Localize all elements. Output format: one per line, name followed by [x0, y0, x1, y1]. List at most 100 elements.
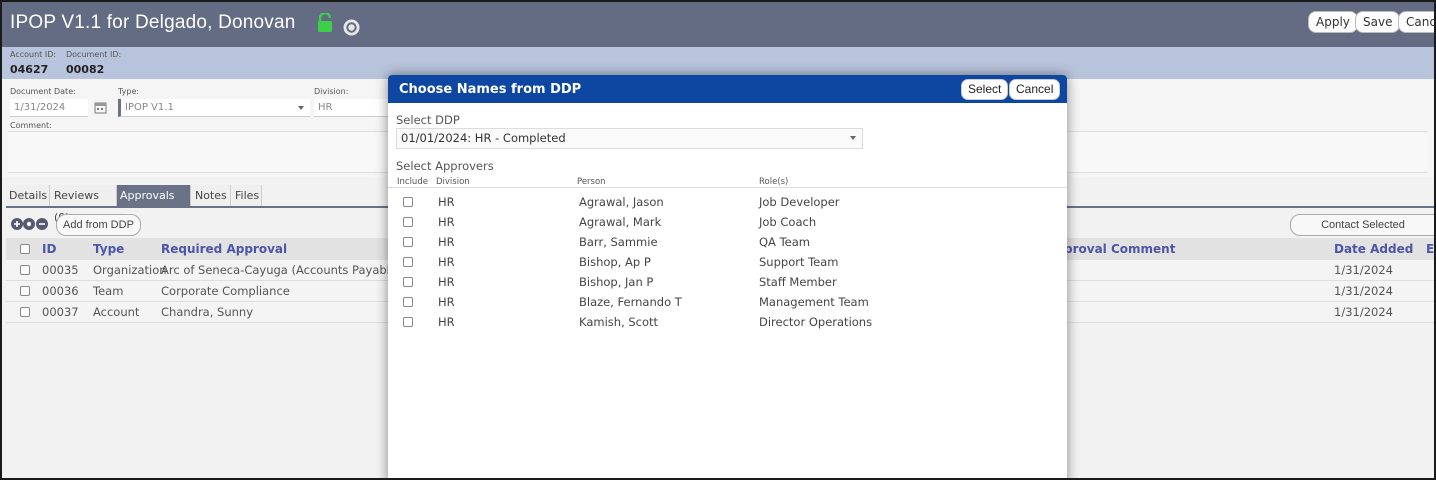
approver-role: Director Operations: [759, 315, 873, 329]
app-frame: IPOP V1.1 for Delgado, Donovan Apply Sav…: [0, 0, 1436, 480]
include-checkbox[interactable]: [403, 237, 413, 247]
choose-names-dialog: Choose Names from DDP Select Cancel Sele…: [388, 75, 1067, 478]
select-all-checkbox[interactable]: [20, 244, 30, 254]
ddp-select[interactable]: 01/01/2024: HR - Completed: [396, 128, 863, 149]
more-options-icon[interactable]: [343, 19, 360, 36]
approver-role: Staff Member: [759, 275, 837, 289]
tab-notes[interactable]: Notes: [192, 185, 231, 207]
document-date-label: Document Date:: [10, 87, 76, 96]
col-type[interactable]: Type: [93, 242, 124, 256]
list-item[interactable]: HR Agrawal, Jason Job Developer: [388, 192, 1067, 212]
approver-role: Support Team: [759, 255, 839, 269]
row-checkbox[interactable]: [20, 286, 30, 296]
edit-icon[interactable]: [23, 218, 35, 230]
document-id-value: 00082: [66, 63, 105, 76]
row-required-approval: Corporate Compliance: [161, 284, 290, 298]
row-date-added: 1/31/2024: [1334, 263, 1393, 277]
type-label: Type:: [118, 87, 140, 96]
approver-person: Bishop, Jan P: [579, 275, 654, 289]
type-select-value: IPOP V1.1: [125, 102, 174, 113]
document-id-label: Document ID:: [66, 50, 122, 59]
select-ddp-label: Select DDP: [396, 113, 460, 127]
cancel-button[interactable]: Cancel: [1398, 11, 1434, 33]
approver-division: HR: [438, 235, 455, 249]
include-checkbox[interactable]: [403, 317, 413, 327]
approver-division: HR: [438, 215, 455, 229]
row-date-added: 1/31/2024: [1334, 284, 1393, 298]
approver-person: Kamish, Scott: [579, 315, 659, 329]
col-id[interactable]: ID: [42, 242, 56, 256]
approver-role: QA Team: [759, 235, 810, 249]
division-select[interactable]: HR: [314, 99, 388, 117]
tab-reviews[interactable]: Reviews (0): [51, 185, 117, 224]
row-type: Account: [93, 305, 140, 319]
row-checkbox[interactable]: [20, 265, 30, 275]
col-division: Division: [436, 177, 470, 187]
col-approval-comment[interactable]: proval Comment: [1064, 242, 1175, 256]
lock-open-icon[interactable]: [316, 13, 334, 33]
approver-division: HR: [438, 275, 455, 289]
page-title: IPOP V1.1 for Delgado, Donovan: [10, 12, 296, 33]
include-checkbox[interactable]: [403, 277, 413, 287]
row-required-approval: Chandra, Sunny: [161, 305, 254, 319]
row-type: Organization: [93, 263, 167, 277]
row-id: 00035: [42, 263, 79, 277]
save-button[interactable]: Save: [1355, 11, 1401, 33]
list-item[interactable]: HR Bishop, Jan P Staff Member: [388, 272, 1067, 292]
include-checkbox[interactable]: [403, 257, 413, 267]
approver-person: Agrawal, Jason: [579, 195, 664, 209]
list-item[interactable]: HR Barr, Sammie QA Team: [388, 232, 1067, 252]
account-id-label: Account ID:: [10, 50, 57, 59]
add-icon[interactable]: [11, 218, 23, 230]
tab-files[interactable]: Files: [232, 185, 262, 207]
dialog-header: Choose Names from DDP Select Cancel: [388, 75, 1067, 103]
approver-division: HR: [438, 315, 455, 329]
include-checkbox[interactable]: [403, 297, 413, 307]
approver-person: Agrawal, Mark: [579, 215, 662, 229]
ddp-select-value: 01/01/2024: HR - Completed: [401, 131, 566, 145]
approver-person: Barr, Sammie: [579, 235, 658, 249]
col-roles: Role(s): [759, 177, 789, 187]
row-id: 00037: [42, 305, 79, 319]
include-checkbox[interactable]: [403, 197, 413, 207]
row-id: 00036: [42, 284, 79, 298]
col-extra[interactable]: E: [1426, 242, 1434, 256]
document-date-input[interactable]: 1/31/2024: [10, 99, 88, 117]
dialog-divider: [388, 187, 1067, 188]
col-include: Include: [397, 177, 428, 187]
chevron-down-icon: [298, 106, 304, 110]
list-item[interactable]: HR Kamish, Scott Director Operations: [388, 312, 1067, 332]
division-label: Division:: [314, 87, 349, 96]
approver-person: Blaze, Fernando T: [579, 295, 682, 309]
col-date-added[interactable]: Date Added: [1334, 242, 1413, 256]
dialog-title: Choose Names from DDP: [399, 82, 582, 97]
comment-label: Comment:: [10, 121, 52, 130]
chevron-down-icon: [850, 136, 856, 140]
list-item[interactable]: HR Agrawal, Mark Job Coach: [388, 212, 1067, 232]
include-checkbox[interactable]: [403, 217, 413, 227]
type-select[interactable]: IPOP V1.1: [118, 99, 310, 117]
row-checkbox[interactable]: [20, 307, 30, 317]
contact-selected-approvers-button[interactable]: Contact Selected Approvers: [1290, 214, 1434, 251]
tab-details[interactable]: Details: [6, 185, 50, 207]
approver-role: Management Team: [759, 295, 869, 309]
dialog-select-button[interactable]: Select: [961, 79, 1009, 100]
approver-division: HR: [438, 295, 455, 309]
account-id-value: 04627: [10, 63, 49, 76]
approver-division: HR: [438, 255, 455, 269]
page-header: IPOP V1.1 for Delgado, Donovan Apply Sav…: [2, 2, 1434, 47]
approver-person: Bishop, Ap P: [579, 255, 651, 269]
add-from-ddp-button[interactable]: Add from DDP: [56, 214, 141, 236]
remove-icon[interactable]: [36, 218, 48, 230]
row-type: Team: [93, 284, 124, 298]
approver-division: HR: [438, 195, 455, 209]
apply-button[interactable]: Apply: [1308, 11, 1358, 33]
list-item[interactable]: HR Bishop, Ap P Support Team: [388, 252, 1067, 272]
tab-approvals[interactable]: Approvals (3): [117, 185, 191, 224]
col-person: Person: [577, 177, 606, 187]
calendar-icon[interactable]: [94, 101, 107, 114]
row-date-added: 1/31/2024: [1334, 305, 1393, 319]
col-required-approval[interactable]: Required Approval: [161, 242, 287, 256]
list-item[interactable]: HR Blaze, Fernando T Management Team: [388, 292, 1067, 312]
dialog-cancel-button[interactable]: Cancel: [1009, 79, 1061, 100]
